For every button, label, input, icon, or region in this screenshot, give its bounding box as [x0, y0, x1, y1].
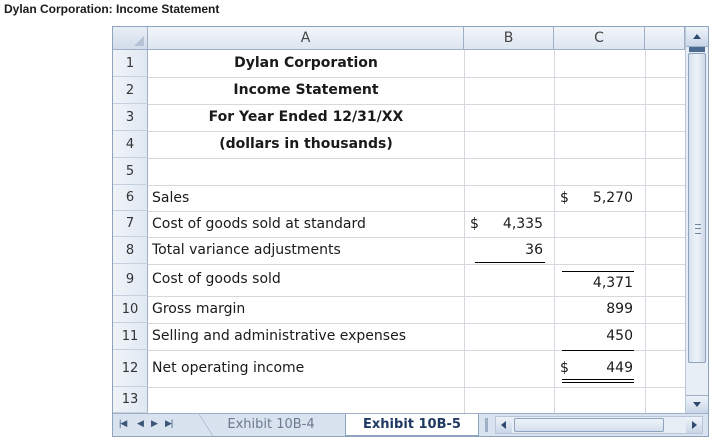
label-cogs-standard[interactable]: Cost of goods sold at standard — [152, 216, 366, 232]
row-header-11[interactable]: 11 — [113, 323, 148, 350]
gridline-h — [148, 211, 685, 212]
figure-caption: Dylan Corporation: Income Statement — [4, 2, 220, 16]
gridline-h — [148, 387, 685, 388]
vertical-scrollbar[interactable] — [685, 27, 708, 413]
label-sales[interactable]: Sales — [152, 190, 189, 206]
row-header-5[interactable]: 5 — [113, 158, 148, 185]
previous-sheet-icon[interactable]: ◀ — [137, 418, 144, 429]
column-header-d[interactable] — [645, 27, 685, 50]
arrow-down-icon — [693, 402, 701, 407]
row-header-12[interactable]: 12 — [113, 350, 148, 387]
horizontal-scrollbar[interactable] — [495, 416, 703, 434]
column-header-a[interactable]: A — [148, 27, 464, 50]
sheet-tab-bar: |◀ ◀ ▶ ▶| Exhibit 10B-4 Exhibit 10B-5 — [113, 413, 708, 436]
label-selling-admin[interactable]: Selling and administrative expenses — [152, 328, 406, 344]
next-sheet-icon[interactable]: ▶ — [151, 418, 158, 429]
tab-split-handle[interactable] — [485, 418, 488, 432]
gridline-h — [148, 296, 685, 297]
label-net-operating-income[interactable]: Net operating income — [152, 360, 304, 376]
scroll-down-button[interactable] — [686, 395, 708, 413]
label-variance-adjustments[interactable]: Total variance adjustments — [152, 242, 341, 258]
title-company: Dylan Corporation — [234, 55, 378, 71]
gridline-h — [148, 264, 685, 265]
column-header-b[interactable]: B — [464, 27, 554, 50]
first-sheet-icon[interactable]: |◀ — [119, 418, 127, 429]
vertical-scroll-thumb[interactable] — [688, 53, 706, 363]
row-header-13[interactable]: 13 — [113, 387, 148, 413]
label-gross-margin[interactable]: Gross margin — [152, 301, 245, 317]
gridline-h — [148, 323, 685, 324]
title-units: (dollars in thousands) — [219, 136, 393, 152]
tab-exhibit-10b-5[interactable]: Exhibit 10B-5 — [345, 414, 479, 436]
grip-icon — [695, 224, 701, 234]
cell-grid: A B C 1 2 3 4 5 6 7 8 9 10 11 12 13 Dyla… — [113, 27, 685, 413]
gridline-h — [148, 185, 685, 186]
row-header-7[interactable]: 7 — [113, 211, 148, 237]
underline-cogs-top — [562, 271, 634, 272]
row-header-2[interactable]: 2 — [113, 77, 148, 104]
row-header-3[interactable]: 3 — [113, 104, 148, 131]
row-header-1[interactable]: 1 — [113, 50, 148, 77]
underline-variance — [475, 262, 545, 263]
arrow-right-icon — [692, 421, 697, 429]
value-gross-margin[interactable]: 899 — [554, 301, 633, 317]
value-sales[interactable]: 5,270 — [554, 190, 633, 206]
label-cogs[interactable]: Cost of goods sold — [152, 271, 281, 287]
value-cogs-standard[interactable]: 4,335 — [464, 216, 543, 232]
title-statement: Income Statement — [233, 82, 379, 98]
value-selling-admin[interactable]: 450 — [554, 328, 633, 344]
horizontal-scroll-thumb[interactable] — [514, 418, 664, 432]
spreadsheet-window: A B C 1 2 3 4 5 6 7 8 9 10 11 12 13 Dyla… — [112, 26, 709, 437]
row-header-4[interactable]: 4 — [113, 131, 148, 158]
gridline-h — [148, 131, 685, 132]
gridline-h — [148, 158, 685, 159]
split-handle[interactable] — [689, 47, 705, 52]
row-header-9[interactable]: 9 — [113, 264, 148, 296]
tab-exhibit-10b-4[interactable]: Exhibit 10B-4 — [199, 414, 329, 436]
underline-selling-admin — [562, 350, 634, 351]
value-cogs[interactable]: 4,371 — [554, 275, 633, 291]
value-variance-adjustments[interactable]: 36 — [464, 242, 543, 258]
scroll-right-button[interactable] — [686, 417, 702, 433]
row-header-8[interactable]: 8 — [113, 237, 148, 264]
value-net-operating-income[interactable]: 449 — [554, 360, 633, 376]
gridline-h — [148, 104, 685, 105]
scroll-up-button[interactable] — [686, 27, 708, 47]
select-all-corner[interactable] — [113, 27, 148, 50]
arrow-up-icon — [693, 34, 701, 39]
gridline-h — [148, 77, 685, 78]
last-sheet-icon[interactable]: ▶| — [165, 418, 173, 429]
gridline-h — [148, 237, 685, 238]
double-underline-top — [562, 379, 634, 380]
row-header-6[interactable]: 6 — [113, 185, 148, 211]
double-underline-bottom — [562, 382, 634, 383]
title-period: For Year Ended 12/31/XX — [208, 109, 404, 125]
arrow-left-icon — [501, 421, 506, 429]
column-header-c[interactable]: C — [554, 27, 645, 50]
scroll-left-button[interactable] — [496, 417, 512, 433]
row-header-10[interactable]: 10 — [113, 296, 148, 323]
